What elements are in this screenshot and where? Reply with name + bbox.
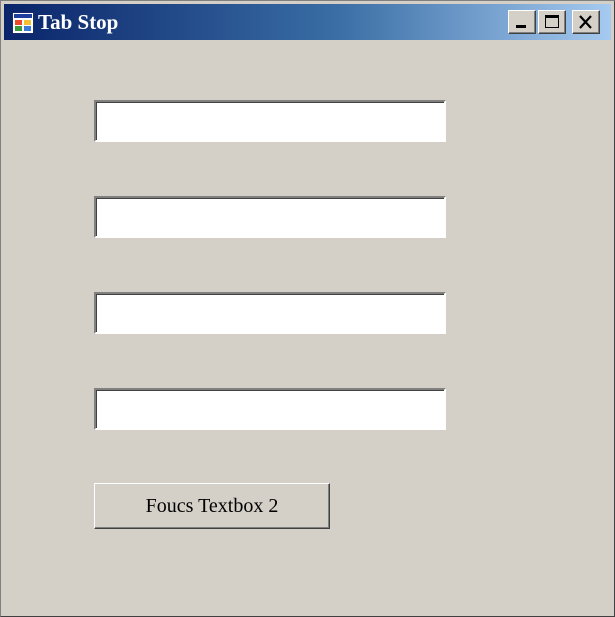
title-bar[interactable]: Tab Stop bbox=[4, 4, 611, 40]
close-button[interactable] bbox=[572, 10, 600, 34]
focus-textbox-2-button[interactable]: Foucs Textbox 2 bbox=[94, 483, 330, 529]
textbox-3[interactable] bbox=[94, 292, 446, 334]
textbox-1[interactable] bbox=[94, 100, 446, 142]
app-window: Tab Stop Foucs Textbox 2 bbox=[0, 0, 615, 617]
window-title: Tab Stop bbox=[38, 10, 119, 34]
textbox-4[interactable] bbox=[94, 388, 446, 430]
maximize-button[interactable] bbox=[538, 10, 566, 34]
app-window-icon[interactable] bbox=[12, 12, 34, 34]
textbox-2[interactable] bbox=[94, 196, 446, 238]
minimize-icon bbox=[516, 25, 526, 28]
close-icon bbox=[579, 15, 592, 29]
minimize-button[interactable] bbox=[508, 10, 536, 34]
form-client-area: Foucs Textbox 2 bbox=[4, 42, 611, 613]
maximize-icon bbox=[545, 15, 559, 28]
